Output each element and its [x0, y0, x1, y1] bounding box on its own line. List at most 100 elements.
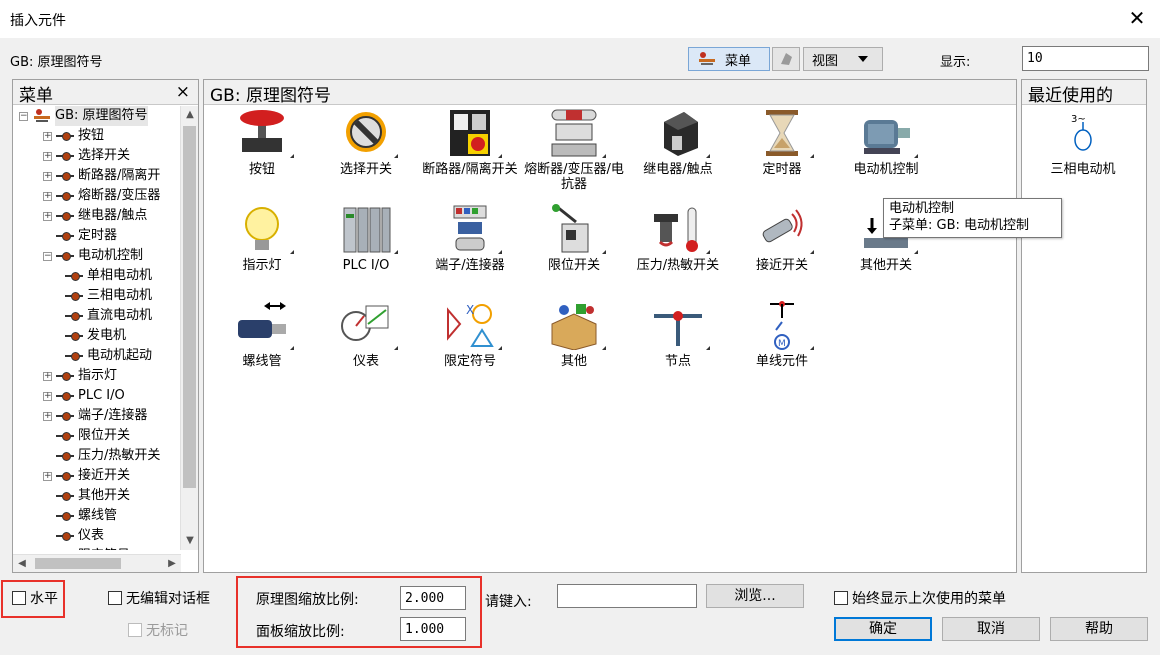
node-icon	[650, 300, 710, 350]
tree-item[interactable]: 单相电动机	[13, 266, 181, 286]
expand-icon[interactable]: +	[43, 211, 52, 221]
tree-item[interactable]: 限位开关	[13, 426, 181, 446]
schematic-scale-input[interactable]	[400, 586, 466, 610]
tree-item[interactable]: 直流电动机	[13, 306, 181, 326]
no-edit-dialog-checkbox[interactable]: 无编辑对话框	[108, 588, 210, 608]
display-count-input[interactable]	[1022, 46, 1149, 71]
scroll-left-icon[interactable]: ◀	[13, 555, 31, 573]
tree-vertical-scrollbar[interactable]: ▲ ▼	[180, 106, 198, 550]
tree-item-label: 指示灯	[78, 368, 118, 383]
schematic-scale-label: 原理图缩放比例:	[256, 592, 359, 608]
symbol-item-label: 电动机控制	[853, 162, 919, 177]
symbol-item[interactable]: 按钮	[210, 108, 314, 204]
tree-item[interactable]: + 选择开关	[13, 146, 181, 166]
tree-item[interactable]: 其他开关	[13, 486, 181, 506]
tree-item[interactable]: + PLC I/O	[13, 386, 181, 406]
symbol-item-label: 节点	[664, 354, 691, 369]
help-button[interactable]: 帮助	[1050, 617, 1148, 641]
tree-item[interactable]: − 电动机控制	[13, 246, 181, 266]
always-show-last-menu-checkbox[interactable]: 始终显示上次使用的菜单	[834, 588, 1006, 608]
tree-node-icon	[56, 211, 74, 221]
symbol-item[interactable]: 指示灯	[210, 204, 314, 300]
menu-panel-title: 菜单 ×	[13, 80, 198, 106]
tree-item[interactable]: 电动机起动	[13, 346, 181, 366]
bottom-controls: 水平 无编辑对话框 无标记 原理图缩放比例: 面板缩放比例: 请键入: 浏览..…	[0, 576, 1160, 655]
horizontal-checkbox[interactable]: 水平	[12, 588, 58, 608]
symbol-item[interactable]: 压力/热敏开关	[626, 204, 730, 300]
expand-icon[interactable]: +	[43, 191, 52, 201]
tree-item[interactable]: +限定符号	[13, 546, 181, 550]
symbol-item[interactable]: 端子/连接器	[418, 204, 522, 300]
symbol-item[interactable]: 其他	[522, 300, 626, 396]
tree-item[interactable]: 三相电动机	[13, 286, 181, 306]
tree-node-icon	[56, 251, 74, 261]
tree-node-icon	[65, 271, 83, 281]
symbol-item[interactable]: 断路器/隔离开关	[418, 108, 522, 204]
tree-item[interactable]: 螺线管	[13, 506, 181, 526]
symbol-item[interactable]: 仪表	[314, 300, 418, 396]
view-dropdown[interactable]: 视图	[803, 47, 883, 71]
close-icon[interactable]: ✕	[1128, 6, 1146, 30]
recent-item[interactable]: 3~ 三相电动机	[1028, 110, 1138, 177]
tree-item[interactable]: 发电机	[13, 326, 181, 346]
plc-icon	[338, 204, 398, 254]
tree-item[interactable]: + 熔断器/变压器	[13, 186, 181, 206]
expand-icon[interactable]: +	[43, 391, 52, 401]
tree-item[interactable]: 仪表	[13, 526, 181, 546]
tree-item[interactable]: + 端子/连接器	[13, 406, 181, 426]
collapse-icon[interactable]: −	[43, 251, 52, 261]
symbol-item[interactable]: 继电器/触点	[626, 108, 730, 204]
cancel-button[interactable]: 取消	[942, 617, 1040, 641]
expand-icon[interactable]: +	[43, 151, 52, 161]
type-in-input[interactable]	[557, 584, 697, 608]
qualifier-icon: X	[442, 300, 502, 350]
tree-horizontal-scrollbar[interactable]: ◀ ▶	[13, 554, 181, 572]
scroll-up-icon[interactable]: ▲	[181, 106, 199, 124]
browse-button[interactable]: 浏览...	[706, 584, 804, 608]
symbol-item[interactable]: 电动机控制	[834, 108, 938, 204]
menu-view-button[interactable]: 菜单	[688, 47, 770, 71]
symbol-item[interactable]: 熔断器/变压器/电抗器	[522, 108, 626, 204]
expand-icon[interactable]: +	[43, 471, 52, 481]
no-edit-dialog-label: 无编辑对话框	[126, 591, 210, 607]
symbol-item[interactable]: 螺线管	[210, 300, 314, 396]
close-icon[interactable]: ×	[176, 82, 190, 102]
tree-root[interactable]: − GB: 原理图符号	[13, 106, 181, 126]
expand-icon[interactable]: +	[43, 411, 52, 421]
no-tag-checkbox[interactable]: 无标记	[128, 620, 188, 640]
tree-item[interactable]: + 指示灯	[13, 366, 181, 386]
tree-item-label: 发电机	[87, 328, 127, 343]
symbol-item[interactable]: 接近开关	[730, 204, 834, 300]
ok-button[interactable]: 确定	[834, 617, 932, 641]
tree-item[interactable]: 压力/热敏开关	[13, 446, 181, 466]
symbol-item[interactable]: 节点	[626, 300, 730, 396]
symbol-item[interactable]: 定时器	[730, 108, 834, 204]
checkbox-box[interactable]	[108, 591, 122, 605]
panel-scale-input[interactable]	[400, 617, 466, 641]
expand-icon[interactable]: +	[43, 171, 52, 181]
symbol-item[interactable]: 限位开关	[522, 204, 626, 300]
symbol-item[interactable]: X 限定符号	[418, 300, 522, 396]
recent-panel: 最近使用的 3~ 三相电动机	[1021, 79, 1147, 573]
symbol-item[interactable]: M 单线元件	[730, 300, 834, 396]
scroll-thumb[interactable]	[35, 558, 121, 569]
checkbox-box[interactable]	[12, 591, 26, 605]
tree-item[interactable]: 定时器	[13, 226, 181, 246]
scroll-right-icon[interactable]: ▶	[163, 555, 181, 573]
checkbox-box[interactable]	[128, 623, 142, 637]
tree-item[interactable]: + 断路器/隔离开	[13, 166, 181, 186]
checkbox-box[interactable]	[834, 591, 848, 605]
tree-node-icon	[56, 171, 74, 181]
collapse-icon[interactable]: −	[19, 111, 28, 121]
tree-item-label: 限位开关	[78, 428, 131, 443]
expand-icon[interactable]: +	[43, 131, 52, 141]
tree-item[interactable]: + 按钮	[13, 126, 181, 146]
expand-icon[interactable]: +	[43, 371, 52, 381]
rotate-button[interactable]	[772, 47, 800, 71]
symbol-item[interactable]: 选择开关	[314, 108, 418, 204]
tree-item[interactable]: + 继电器/触点	[13, 206, 181, 226]
scroll-down-icon[interactable]: ▼	[181, 532, 199, 550]
symbol-item[interactable]: PLC I/O	[314, 204, 418, 300]
tree-item[interactable]: + 接近开关	[13, 466, 181, 486]
scroll-thumb[interactable]	[183, 126, 196, 488]
